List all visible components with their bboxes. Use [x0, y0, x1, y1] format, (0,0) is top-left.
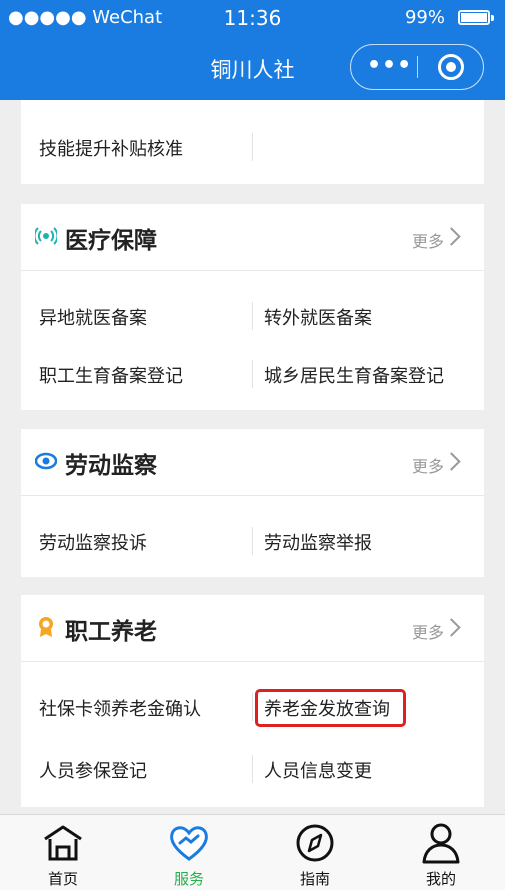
tab-label: 指南	[299, 870, 330, 888]
section-card-labor-inspection: 劳动监察 更多 劳动监察投诉 劳动监察举报	[21, 429, 484, 577]
more-dots-icon[interactable]: •••	[367, 53, 412, 78]
service-item[interactable]: 人员参保登记	[39, 757, 147, 783]
section-card-medical: 医疗保障 更多 异地就医备案 转外就医备案 职工生育备案登记 城乡居民生育备案登…	[21, 204, 484, 410]
section-header: 医疗保障 更多	[21, 204, 484, 271]
compass-icon	[296, 824, 334, 862]
more-link[interactable]: 更多	[412, 228, 444, 252]
chevron-right-icon[interactable]	[442, 452, 461, 471]
service-item[interactable]: 转外就医备案	[264, 304, 372, 330]
item-divider	[252, 755, 253, 783]
service-item[interactable]: 劳动监察投诉	[39, 529, 147, 555]
item-divider	[252, 527, 253, 555]
service-item[interactable]: 职工生育备案登记	[39, 362, 183, 388]
service-list[interactable]: 技能提升补贴核准 医疗保障 更多 异地就医备案 转外就医备案 职工生育备案登记 …	[0, 100, 505, 814]
service-item[interactable]: 城乡居民生育备案登记	[264, 362, 444, 388]
chevron-right-icon[interactable]	[442, 227, 461, 246]
item-divider	[252, 133, 253, 161]
service-card-partial: 技能提升补贴核准	[21, 100, 484, 184]
user-icon	[422, 823, 460, 864]
status-bar: ●●●●● WeChat 11:36 99%	[0, 0, 505, 36]
section-header: 劳动监察 更多	[21, 429, 484, 496]
signal-broadcast-icon	[35, 227, 57, 245]
eye-icon	[35, 452, 57, 470]
home-icon	[44, 825, 82, 861]
award-medal-icon	[39, 617, 53, 637]
section-header: 职工养老 更多	[21, 595, 484, 662]
item-divider	[252, 693, 253, 721]
tab-label: 我的	[425, 870, 456, 888]
service-item[interactable]: 异地就医备案	[39, 304, 147, 330]
capsule-divider	[417, 56, 418, 78]
heart-service-icon	[170, 826, 208, 861]
section-title: 医疗保障	[65, 228, 157, 254]
tab-label: 首页	[47, 870, 78, 888]
battery-percent: 99%	[404, 7, 445, 28]
tab-bar: 首页 服务 指南 我的	[0, 814, 505, 890]
more-link[interactable]: 更多	[412, 619, 444, 643]
section-title: 职工养老	[65, 619, 157, 645]
tab-service[interactable]: 服务	[126, 815, 252, 890]
chevron-right-icon[interactable]	[442, 618, 461, 637]
nav-bar: 铜川人社 •••	[0, 36, 505, 100]
mini-program-capsule: •••	[350, 44, 484, 90]
tab-home[interactable]: 首页	[0, 815, 126, 890]
close-target-icon[interactable]	[438, 54, 464, 80]
tab-mine[interactable]: 我的	[378, 815, 504, 890]
service-item[interactable]: 劳动监察举报	[264, 529, 372, 555]
service-item[interactable]: 人员信息变更	[264, 757, 372, 783]
service-item[interactable]: 技能提升补贴核准	[39, 135, 183, 161]
item-divider	[252, 360, 253, 388]
tab-guide[interactable]: 指南	[252, 815, 378, 890]
more-link[interactable]: 更多	[412, 453, 444, 477]
section-title: 劳动监察	[65, 453, 157, 479]
highlight-box	[255, 689, 406, 727]
battery-icon	[458, 10, 494, 25]
service-item[interactable]: 社保卡领养老金确认	[39, 695, 201, 721]
tab-label: 服务	[173, 870, 204, 888]
section-card-pension: 职工养老 更多 社保卡领养老金确认 养老金发放查询 人员参保登记 人员信息变更	[21, 595, 484, 807]
item-divider	[252, 302, 253, 330]
